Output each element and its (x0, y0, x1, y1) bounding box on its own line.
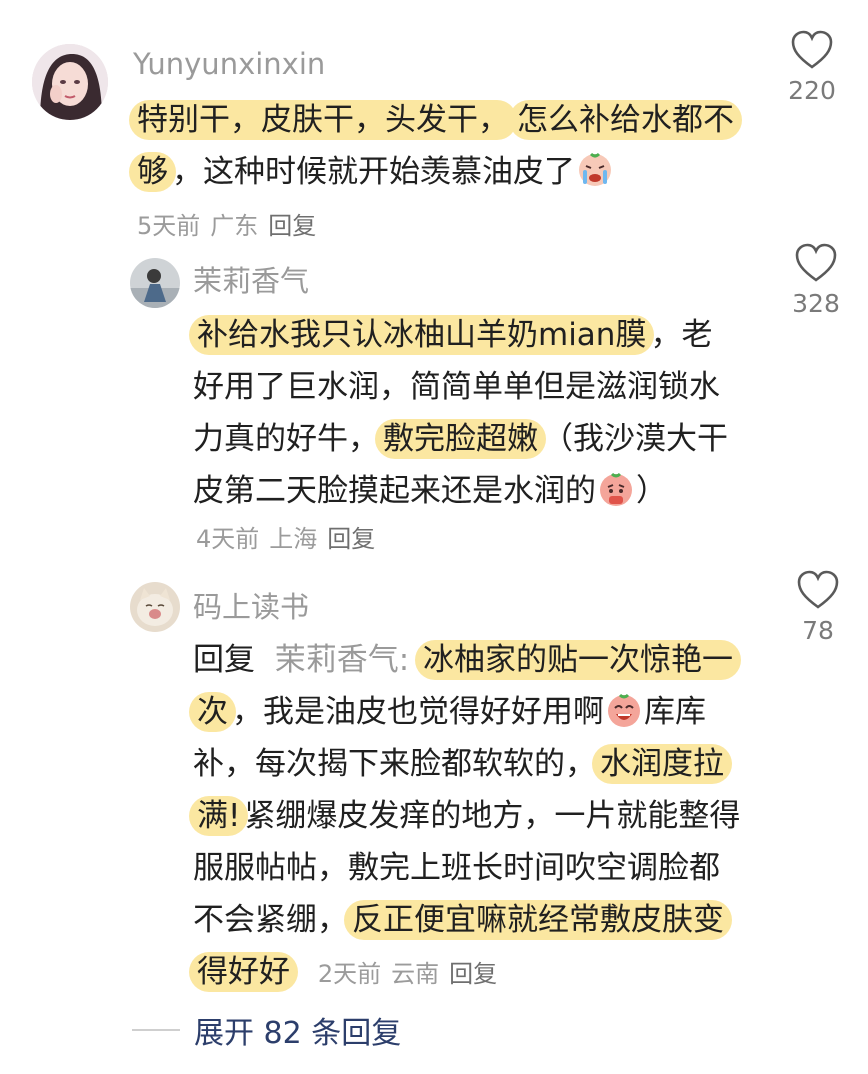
highlight-text: 敷完脸超嫩 (375, 419, 546, 459)
comment-location: 上海 (269, 525, 318, 553)
reply-button[interactable]: 回复 (327, 525, 375, 553)
like-button[interactable]: 220 (772, 30, 852, 105)
expand-replies-label: 展开 82 条回复 (194, 1016, 402, 1051)
comment-location: 广东 (210, 212, 259, 240)
avatar-cat-image (130, 582, 180, 632)
comment-time: 4天前 (196, 525, 260, 553)
laughing-emoji-icon (608, 693, 640, 727)
pleading-emoji-icon (600, 472, 632, 506)
comment-meta: 2天前 云南 回复 (318, 960, 507, 988)
like-button[interactable]: 328 (776, 243, 856, 318)
comment-time: 5天前 (137, 212, 201, 240)
crying-emoji-icon (579, 152, 611, 186)
comment-meta: 4天前 上海 回复 (196, 519, 385, 554)
reply-target-username[interactable]: 茉莉香气: (275, 642, 409, 678)
expand-divider (132, 1029, 180, 1031)
avatar-person-image (130, 258, 180, 308)
comment-location: 云南 (391, 960, 440, 988)
highlight-text: 补给水我只认冰柚山羊奶mian膜 (189, 315, 655, 355)
comment-username[interactable]: Yunyunxinxin (133, 47, 325, 81)
avatar-girl-image (32, 44, 108, 120)
plain-text: ） (636, 473, 667, 509)
like-count: 78 (802, 616, 834, 645)
like-count: 328 (792, 289, 840, 318)
comment-username[interactable]: 码上读书 (193, 584, 309, 626)
plain-text: ，我是油皮也觉得好好用啊 (232, 694, 604, 730)
heart-icon (797, 570, 839, 609)
comment-text: 特别干，皮肤干，头发干， 怎么补给水都不够 ，这种时候就开始羡慕油皮了 (129, 94, 743, 198)
comment-text: 回复 茉莉香气: 冰柚家的贴一次惊艳一次 ，我是油皮也觉得好好用啊 库库补，每次揭下… (189, 634, 743, 1000)
expand-replies-button[interactable]: 展开 82 条回复 (132, 1008, 401, 1052)
like-count: 220 (788, 76, 836, 105)
reply-button[interactable]: 回复 (268, 212, 316, 240)
comment-username[interactable]: 茉莉香气 (193, 258, 309, 300)
avatar-molihuaqi[interactable] (130, 258, 180, 308)
like-button[interactable]: 78 (778, 570, 858, 645)
comment-text: 补给水我只认冰柚山羊奶mian膜 ，老好用了巨水润，简简单单但是滋润锁水力真的好牛… (189, 309, 738, 517)
comment-meta: 5天前 广东 回复 (137, 206, 326, 241)
heart-icon (791, 30, 833, 69)
plain-text: ，这种时候就开始羡慕油皮了 (172, 154, 575, 190)
avatar-yunyunxinxin[interactable] (32, 44, 108, 120)
comment-time: 2天前 (317, 960, 382, 988)
highlight-text: 特别干，皮肤干，头发干， (129, 100, 517, 140)
heart-icon (795, 243, 837, 282)
reply-prefix: 回复 (193, 642, 255, 678)
reply-button[interactable]: 回复 (449, 960, 497, 988)
avatar-mashangdushu[interactable] (130, 582, 180, 632)
